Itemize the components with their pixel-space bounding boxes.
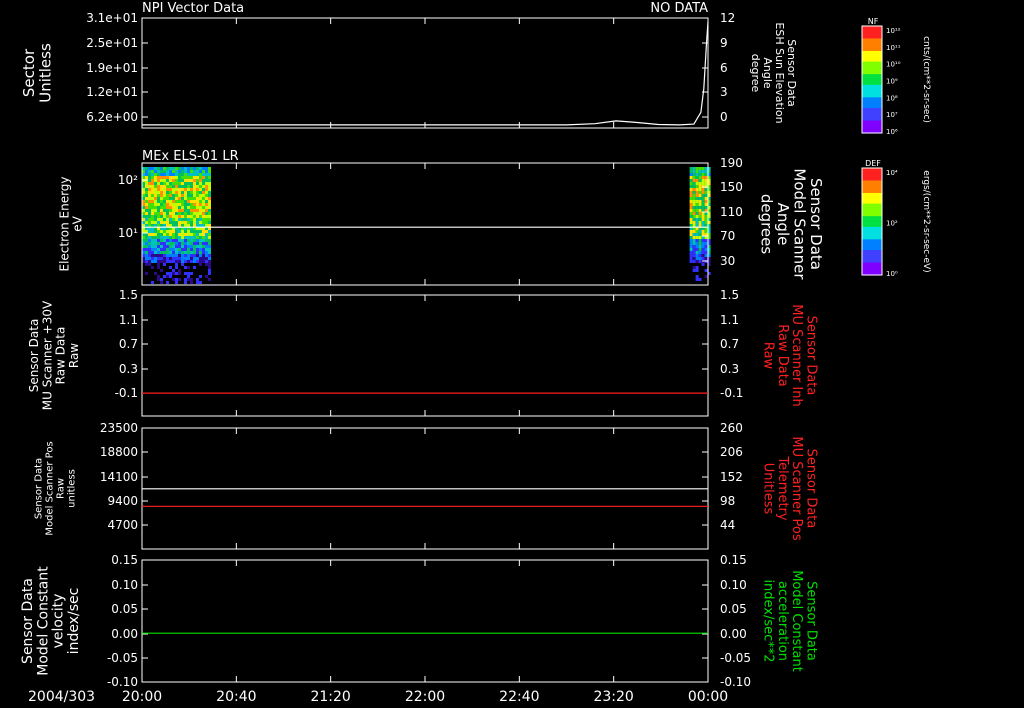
left-tick-label: 3.1e+01 bbox=[86, 11, 138, 25]
colorbar-tick-label: 10² bbox=[886, 220, 898, 228]
colorbar-tick-label: 10⁴ bbox=[886, 169, 898, 177]
left-tick-label: 0.7 bbox=[119, 337, 138, 351]
colorbar-tick-label: 10⁸ bbox=[886, 94, 898, 102]
right-tick-label: 0.3 bbox=[720, 362, 739, 376]
left-tick-label: 0.15 bbox=[111, 553, 138, 567]
colorbar-label: cnts/(cm**2-sr-sec) bbox=[921, 36, 931, 123]
right-tick-label: 6 bbox=[720, 61, 728, 75]
x-axis-date-label: 2004/303 bbox=[28, 689, 95, 705]
left-tick-label: 1.5 bbox=[119, 288, 138, 302]
right-tick-label: -0.1 bbox=[720, 386, 743, 400]
x-tick-label: 00:00 bbox=[688, 689, 728, 705]
left-tick-label: 0.00 bbox=[111, 627, 138, 641]
x-tick-label: 22:40 bbox=[499, 689, 539, 705]
panel-title: MEx ELS-01 LR bbox=[142, 149, 239, 164]
right-tick-label: 0.10 bbox=[720, 578, 747, 592]
right-tick-label: -0.10 bbox=[720, 675, 751, 689]
x-tick-label: 20:00 bbox=[122, 689, 162, 705]
left-tick-label: 18800 bbox=[100, 445, 138, 459]
right-tick-label: 0 bbox=[720, 110, 728, 124]
x-tick-label: 20:40 bbox=[216, 689, 256, 705]
left-tick-label: 14100 bbox=[100, 470, 138, 484]
left-tick-label: -0.05 bbox=[107, 651, 138, 665]
colorbar-tick-label: 10⁰ bbox=[886, 270, 898, 278]
x-tick-label: 22:00 bbox=[405, 689, 445, 705]
left-tick-label: 9400 bbox=[107, 494, 138, 508]
left-axis-label: SectorUnitless bbox=[20, 43, 55, 103]
colorbar-tag: DEF bbox=[865, 159, 881, 168]
x-tick-label: 23:20 bbox=[593, 689, 633, 705]
left-tick-label: 0.10 bbox=[111, 578, 138, 592]
right-tick-label: 190 bbox=[720, 156, 743, 170]
left-tick-label: -0.1 bbox=[115, 386, 138, 400]
left-tick-label: 10¹ bbox=[118, 226, 138, 240]
colorbar-tick-label: 10¹¹ bbox=[886, 44, 901, 52]
right-tick-label: 30 bbox=[720, 254, 735, 268]
right-tick-label: 206 bbox=[720, 445, 743, 459]
colorbar-tick-label: 10⁶ bbox=[886, 128, 898, 136]
colorbar-tick-label: 10⁷ bbox=[886, 111, 898, 119]
right-tick-label: 3 bbox=[720, 85, 728, 99]
right-tick-label: 0.7 bbox=[720, 337, 739, 351]
right-tick-label: 0.00 bbox=[720, 627, 747, 641]
right-tick-label: 260 bbox=[720, 421, 743, 435]
right-tick-label: 70 bbox=[720, 229, 735, 243]
header-right-title: NO DATA bbox=[650, 1, 708, 16]
colorbar-tick-label: 10¹⁰ bbox=[886, 61, 901, 69]
colorbar-tick-label: 10¹² bbox=[886, 27, 901, 35]
colorbar-tick-label: 10⁹ bbox=[886, 78, 898, 86]
left-tick-label: 0.05 bbox=[111, 602, 138, 616]
left-tick-label: 1.9e+01 bbox=[86, 61, 138, 75]
right-tick-label: 0.05 bbox=[720, 602, 747, 616]
right-tick-label: -0.05 bbox=[720, 651, 751, 665]
right-tick-label: 12 bbox=[720, 11, 735, 25]
left-tick-label: 2.5e+01 bbox=[86, 36, 138, 50]
chart-canvas: NPI Vector Data NO DATA 3.1e+01 2.5e+01 1.… bbox=[0, 0, 1024, 708]
colorbar-tag: NF bbox=[868, 17, 879, 26]
right-tick-label: 110 bbox=[720, 205, 743, 219]
right-tick-label: 0.15 bbox=[720, 553, 747, 567]
right-axis-label: Sensor DataModel Constantaccelerationind… bbox=[761, 570, 819, 672]
left-tick-label: -0.10 bbox=[107, 675, 138, 689]
right-tick-label: 1.5 bbox=[720, 288, 739, 302]
left-tick-label: 1.2e+01 bbox=[86, 85, 138, 99]
left-tick-label: 10² bbox=[118, 173, 138, 187]
x-tick-label: 21:20 bbox=[310, 689, 350, 705]
right-tick-label: 1.1 bbox=[720, 313, 739, 327]
right-tick-label: 9 bbox=[720, 36, 728, 50]
left-tick-label: 23500 bbox=[100, 421, 138, 435]
left-tick-label: 0.3 bbox=[119, 362, 138, 376]
right-tick-label: 98 bbox=[720, 494, 735, 508]
left-tick-label: 4700 bbox=[107, 518, 138, 532]
colorbar-label: ergs/(cm**2-sr-sec-eV) bbox=[921, 170, 931, 272]
right-tick-label: 152 bbox=[720, 470, 743, 484]
header-left-title: NPI Vector Data bbox=[142, 1, 244, 16]
right-tick-label: 150 bbox=[720, 180, 743, 194]
left-tick-label: 6.2e+00 bbox=[86, 110, 138, 124]
left-tick-label: 1.1 bbox=[119, 313, 138, 327]
right-tick-label: 44 bbox=[720, 518, 735, 532]
